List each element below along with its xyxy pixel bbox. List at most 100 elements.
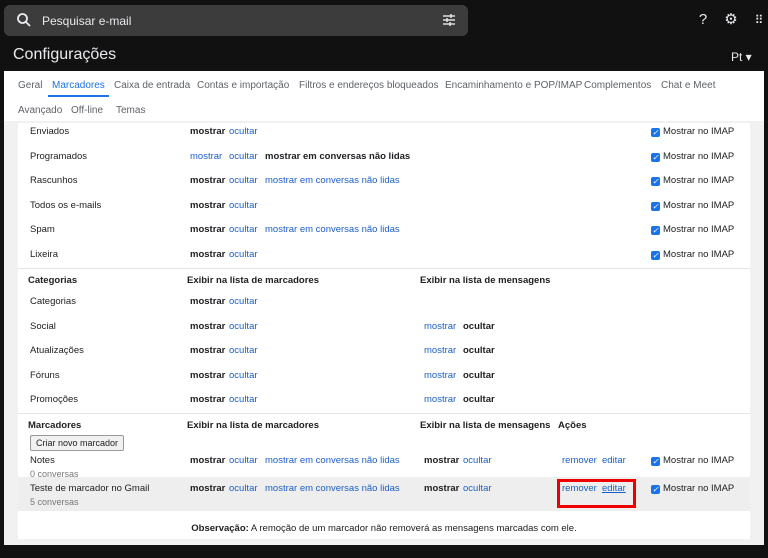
show-link[interactable]: mostrar bbox=[190, 151, 222, 162]
hide-link[interactable]: ocultar bbox=[229, 321, 258, 332]
apps-grid-icon[interactable]: ⠿ bbox=[750, 11, 768, 29]
system-label-row: Programados mostrar ocultar mostrar em conv… bbox=[18, 151, 750, 175]
input-tools-button[interactable]: Pt ▾ bbox=[731, 50, 752, 64]
remove-link[interactable]: remover bbox=[562, 455, 597, 466]
hide-link[interactable]: ocultar bbox=[229, 345, 258, 356]
tab-complementos[interactable]: Complementos bbox=[584, 80, 651, 91]
show-option: mostrar bbox=[190, 394, 226, 405]
show-unread-link[interactable]: mostrar em conversas não lidas bbox=[265, 224, 400, 235]
col-msg-list-header: Exibir na lista de mensagens bbox=[420, 275, 551, 286]
imap-label: Mostrar no IMAP bbox=[663, 248, 735, 260]
show-option: mostrar bbox=[190, 320, 226, 332]
show-option: mostrar bbox=[190, 126, 226, 137]
hide-link[interactable]: ocultar bbox=[229, 224, 258, 235]
show-unread-link[interactable]: mostrar em conversas não lidas bbox=[265, 175, 400, 186]
checkbox-checked-icon[interactable]: ✓ bbox=[651, 177, 660, 186]
show-in-imap-checkbox[interactable]: ✓ Mostrar no IMAP bbox=[651, 249, 734, 260]
col-msg-list-header: Exibir na lista de mensagens bbox=[420, 420, 551, 431]
checkbox-checked-icon[interactable]: ✓ bbox=[651, 485, 660, 494]
note-text: A remoção de um marcador não removerá as… bbox=[248, 523, 577, 534]
msg-show-link[interactable]: mostrar bbox=[424, 370, 456, 381]
tab-offline[interactable]: Off-line bbox=[71, 105, 103, 116]
show-option: mostrar bbox=[190, 175, 226, 186]
show-in-imap-checkbox[interactable]: ✓ Mostrar no IMAP bbox=[651, 224, 734, 235]
hide-link[interactable]: ocultar bbox=[229, 175, 258, 186]
category-name: Categorias bbox=[30, 296, 76, 307]
msg-show-link[interactable]: mostrar bbox=[424, 394, 456, 405]
system-label-row: Spam mostrar ocultar mostrar em conversas n… bbox=[18, 224, 750, 248]
label-name: Todos os e-mails bbox=[30, 199, 102, 211]
checkbox-checked-icon[interactable]: ✓ bbox=[651, 226, 660, 235]
hide-link[interactable]: ocultar bbox=[229, 126, 258, 137]
checkbox-checked-icon[interactable]: ✓ bbox=[651, 457, 660, 466]
label-count: 5 conversas bbox=[30, 497, 79, 507]
gear-icon[interactable]: ⚙ bbox=[722, 11, 740, 29]
search-icon[interactable] bbox=[16, 12, 32, 28]
show-in-imap-checkbox[interactable]: ✓ Mostrar no IMAP bbox=[651, 455, 734, 466]
show-in-imap-checkbox[interactable]: ✓ Mostrar no IMAP bbox=[651, 175, 734, 186]
edit-link[interactable]: editar bbox=[602, 455, 626, 466]
label-name: Enviados bbox=[30, 126, 70, 137]
system-label-row: Rascunhos mostrar ocultar mostrar em conver… bbox=[18, 175, 750, 199]
category-name: Social bbox=[30, 320, 56, 332]
hide-link[interactable]: ocultar bbox=[229, 151, 258, 162]
msg-hide-link[interactable]: ocultar bbox=[463, 455, 492, 466]
hide-link[interactable]: ocultar bbox=[229, 200, 258, 211]
msg-show-link[interactable]: mostrar bbox=[424, 321, 456, 332]
search-input[interactable]: Pesquisar e-mail bbox=[42, 14, 131, 28]
label-name: Programados bbox=[30, 150, 88, 162]
imap-label: Mostrar no IMAP bbox=[663, 126, 735, 137]
removal-note: Observação: A remoção de um marcador não… bbox=[18, 523, 750, 534]
hide-link[interactable]: ocultar bbox=[229, 370, 258, 381]
show-option: mostrar bbox=[190, 345, 226, 356]
tab-geral[interactable]: Geral bbox=[18, 80, 42, 91]
msg-hide-option: ocultar bbox=[463, 320, 495, 332]
tab-temas[interactable]: Temas bbox=[116, 105, 145, 116]
show-in-imap-checkbox[interactable]: ✓ Mostrar no IMAP bbox=[651, 126, 734, 137]
tab-contas[interactable]: Contas e importação bbox=[197, 80, 289, 91]
label-name: Spam bbox=[30, 224, 55, 235]
tab-marcadores[interactable]: Marcadores bbox=[48, 80, 109, 97]
label-name: Lixeira bbox=[30, 248, 58, 260]
hide-link[interactable]: ocultar bbox=[229, 296, 258, 307]
tab-avancado[interactable]: Avançado bbox=[18, 105, 62, 116]
show-option: mostrar bbox=[190, 455, 226, 466]
highlight-box bbox=[557, 479, 636, 508]
show-unread-link[interactable]: mostrar em conversas não lidas bbox=[265, 455, 400, 466]
hide-link[interactable]: ocultar bbox=[229, 455, 258, 466]
show-unread-link[interactable]: mostrar em conversas não lidas bbox=[265, 483, 400, 494]
tab-filtros[interactable]: Filtros e endereços bloqueados bbox=[299, 80, 439, 91]
show-option: mostrar bbox=[190, 248, 226, 260]
search-options-icon[interactable] bbox=[442, 13, 456, 27]
tab-chat-meet[interactable]: Chat e Meet bbox=[661, 80, 715, 91]
page-title: Configurações bbox=[13, 46, 117, 63]
label-name: Teste de marcador no Gmail bbox=[30, 483, 150, 494]
checkbox-checked-icon[interactable]: ✓ bbox=[651, 128, 660, 137]
checkbox-checked-icon[interactable]: ✓ bbox=[651, 250, 660, 260]
hide-link[interactable]: ocultar bbox=[229, 249, 258, 260]
category-row: Fóruns mostrar ocultar mostrar ocultar bbox=[18, 370, 750, 394]
search-bar[interactable]: Pesquisar e-mail bbox=[4, 5, 468, 36]
msg-show-link[interactable]: mostrar bbox=[424, 345, 456, 356]
category-name: Fóruns bbox=[30, 369, 60, 381]
imap-label: Mostrar no IMAP bbox=[663, 224, 735, 235]
show-option: mostrar bbox=[190, 369, 226, 381]
tab-encaminhamento[interactable]: Encaminhamento e POP/IMAP bbox=[445, 80, 582, 91]
system-label-row: Todos os e-mails mostrar ocultar ✓ Mostrar n… bbox=[18, 200, 750, 224]
show-unread-option: mostrar em conversas não lidas bbox=[265, 150, 411, 162]
tab-caixa-de-entrada[interactable]: Caixa de entrada bbox=[114, 80, 190, 91]
checkbox-checked-icon[interactable]: ✓ bbox=[651, 201, 660, 211]
hide-link[interactable]: ocultar bbox=[229, 394, 258, 405]
categories-header: Categorias bbox=[28, 275, 78, 286]
label-name: Notes bbox=[30, 455, 55, 466]
show-option: mostrar bbox=[190, 224, 226, 235]
category-row: Social mostrar ocultar mostrar ocultar bbox=[18, 321, 750, 345]
help-icon[interactable]: ? bbox=[694, 11, 712, 29]
show-in-imap-checkbox[interactable]: ✓ Mostrar no IMAP bbox=[651, 200, 734, 211]
hide-link[interactable]: ocultar bbox=[229, 483, 258, 494]
msg-hide-link[interactable]: ocultar bbox=[463, 483, 492, 494]
show-in-imap-checkbox[interactable]: ✓ Mostrar no IMAP bbox=[651, 483, 734, 494]
checkbox-checked-icon[interactable]: ✓ bbox=[651, 152, 660, 162]
show-in-imap-checkbox[interactable]: ✓ Mostrar no IMAP bbox=[651, 151, 734, 162]
msg-hide-option: ocultar bbox=[463, 345, 495, 356]
